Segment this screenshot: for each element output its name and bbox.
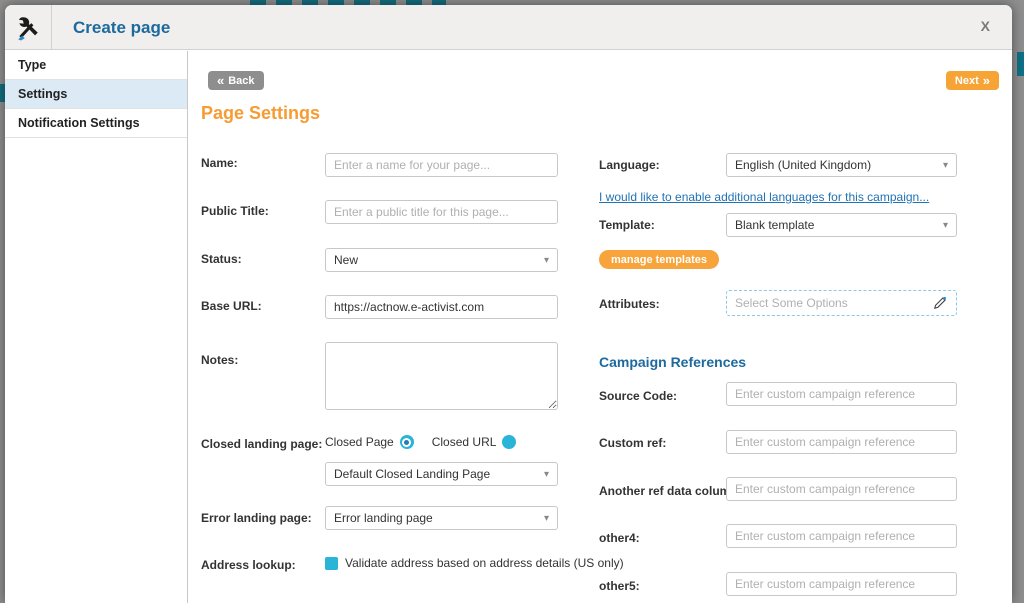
custom-ref-input[interactable] [726,430,957,454]
closed-url-option-label: Closed URL [432,435,497,449]
back-button-label: Back [228,75,254,87]
base-url-label: Base URL: [201,299,262,313]
chevrons-left-icon: « [217,74,224,87]
public-title-label: Public Title: [201,204,269,218]
address-lookup-checkbox-label: Validate address based on address detail… [345,556,624,570]
source-code-input[interactable] [726,382,957,406]
error-landing-page-select[interactable]: Error landing page ▾ [325,506,558,530]
additional-languages-link[interactable]: I would like to enable additional langua… [599,190,929,204]
language-select[interactable]: English (United Kingdom) ▾ [726,153,957,177]
status-select-value: New [334,253,358,267]
attributes-label: Attributes: [599,297,660,311]
template-select-value: Blank template [735,218,814,232]
campaign-references-heading: Campaign References [599,354,746,370]
sidebar-item-notification-settings[interactable]: Notification Settings [5,109,187,138]
back-button[interactable]: « Back [208,71,264,90]
sidebar-item-settings[interactable]: Settings [5,80,187,109]
background-page-fragment-right [1017,52,1024,76]
closed-landing-page-radios: Closed Page Closed URL [325,435,516,449]
other5-label: other5: [599,579,640,593]
chevron-down-icon: ▾ [544,255,549,266]
other5-input[interactable] [726,572,957,596]
source-code-label: Source Code: [599,389,677,403]
chevron-down-icon: ▾ [544,513,549,524]
dialog-title: Create page [73,18,170,38]
pencil-icon[interactable] [932,295,948,314]
chevron-down-icon: ▾ [544,469,549,480]
chevron-down-icon: ▾ [943,160,948,171]
notes-textarea[interactable] [325,342,558,410]
manage-templates-button[interactable]: manage templates [599,250,719,269]
name-label: Name: [201,156,238,170]
status-select[interactable]: New ▾ [325,248,558,272]
chevrons-right-icon: » [983,74,990,87]
status-label: Status: [201,252,242,266]
closed-page-option-label: Closed Page [325,435,394,449]
sidebar-item-type[interactable]: Type [5,51,187,80]
error-landing-page-select-value: Error landing page [334,511,433,525]
base-url-input[interactable] [325,295,558,319]
address-lookup-checkbox[interactable] [325,557,338,570]
language-select-value: English (United Kingdom) [735,158,871,172]
tools-icon [5,5,52,50]
dialog-header: Create page X [5,5,1012,50]
page-title: Page Settings [201,103,320,124]
another-ref-data-column-input[interactable] [726,477,957,501]
address-lookup-label: Address lookup: [201,558,296,572]
another-ref-data-column-label: Another ref data column: [599,484,742,498]
custom-ref-label: Custom ref: [599,436,666,450]
closed-landing-page-select-value: Default Closed Landing Page [334,467,490,481]
template-select[interactable]: Blank template ▾ [726,213,957,237]
attributes-multiselect[interactable]: Select Some Options [726,290,957,316]
closed-url-radio[interactable] [502,435,516,449]
other4-label: other4: [599,531,640,545]
next-button[interactable]: Next » [946,71,999,90]
closed-page-radio[interactable] [400,435,414,449]
other4-input[interactable] [726,524,957,548]
name-input[interactable] [325,153,558,177]
settings-panel: « Back Next » Page Settings Name: Public… [189,51,1012,603]
attributes-placeholder: Select Some Options [735,296,848,310]
next-button-label: Next [955,75,979,87]
close-icon[interactable]: X [981,18,990,34]
sidebar: Type Settings Notification Settings [5,51,188,603]
public-title-input[interactable] [325,200,558,224]
template-label: Template: [599,218,655,232]
chevron-down-icon: ▾ [943,220,948,231]
create-page-dialog: Create page X Type Settings Notification… [5,5,1012,603]
closed-landing-page-select[interactable]: Default Closed Landing Page ▾ [325,462,558,486]
address-lookup-row: Validate address based on address detail… [325,556,624,570]
language-label: Language: [599,158,660,172]
notes-label: Notes: [201,353,238,367]
closed-landing-page-label: Closed landing page: [201,437,322,451]
error-landing-page-label: Error landing page: [201,511,312,525]
